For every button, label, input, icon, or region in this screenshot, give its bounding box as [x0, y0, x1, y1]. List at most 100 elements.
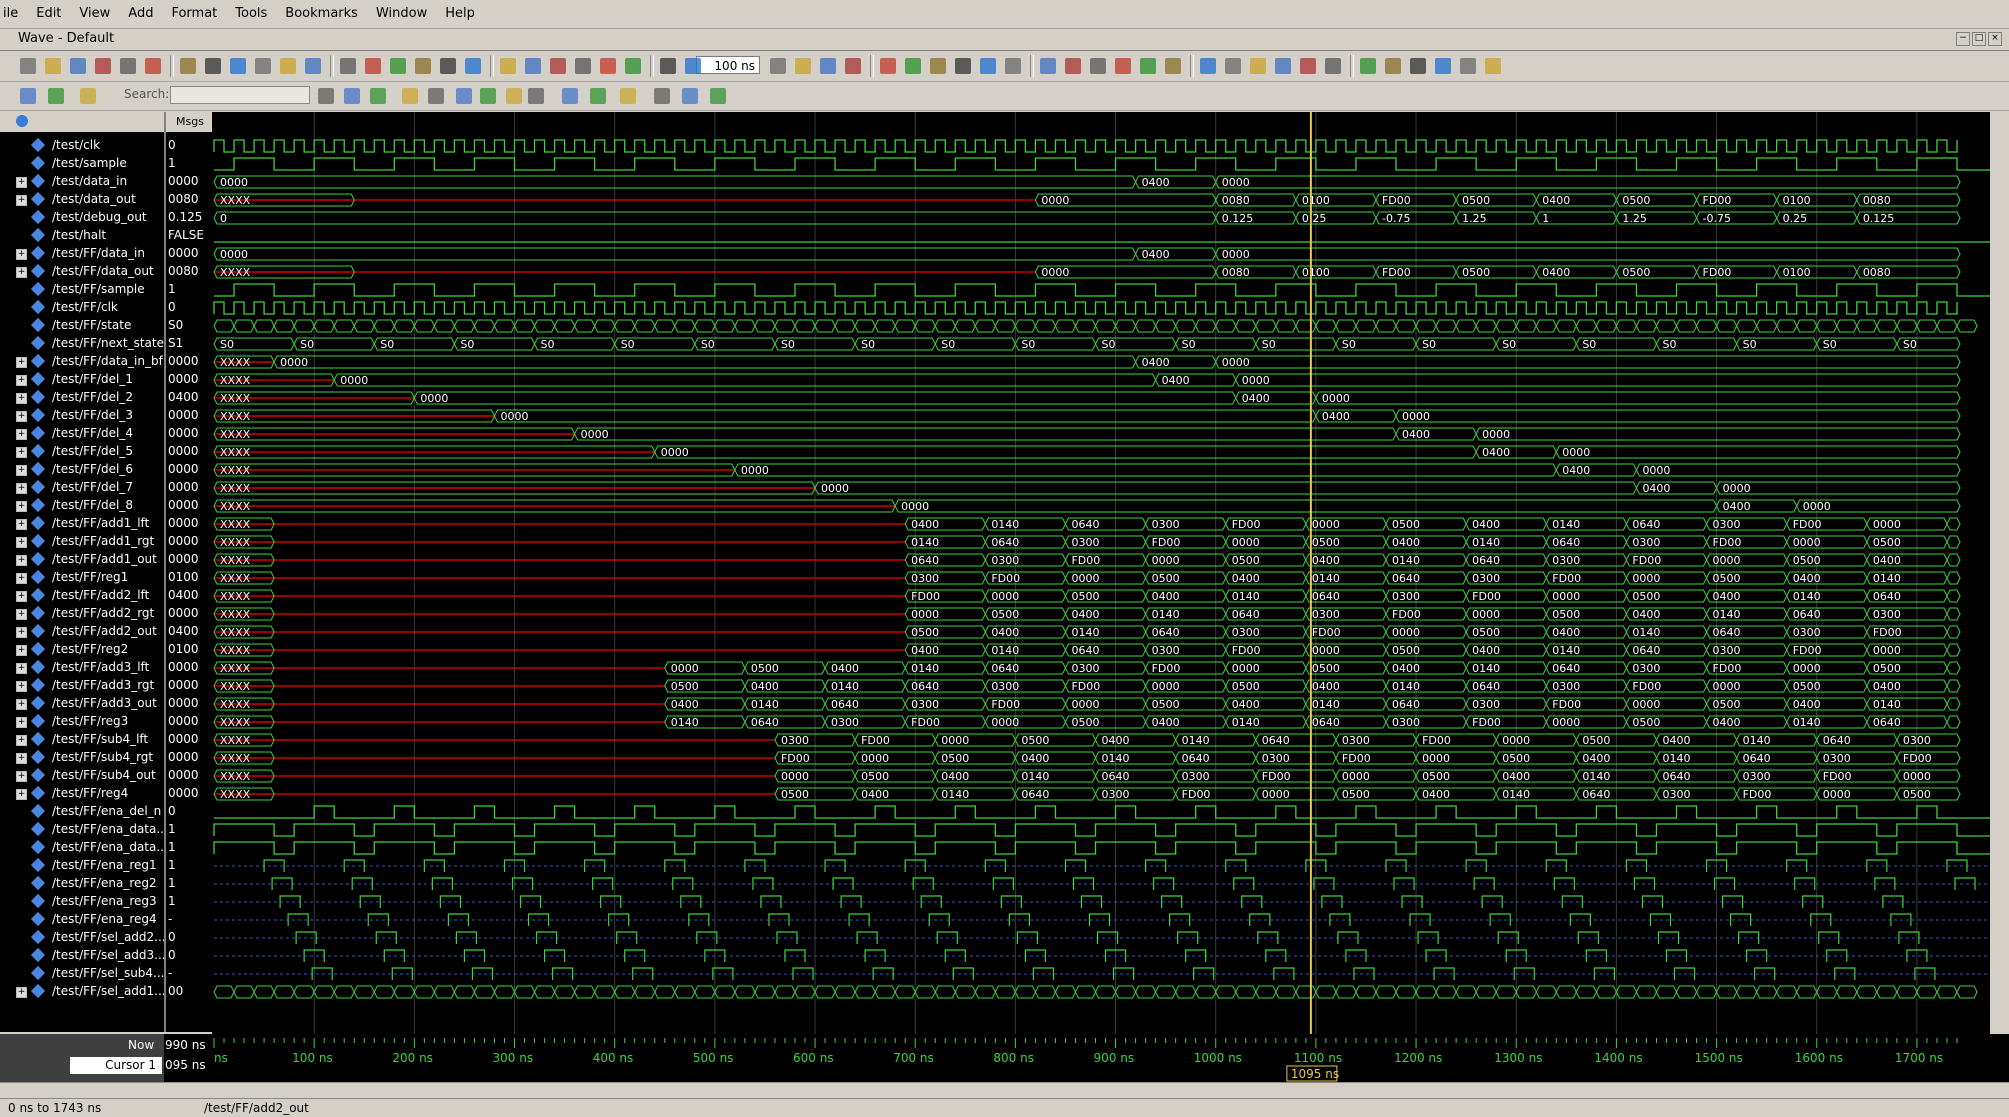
signal-row[interactable]: + /test/FF/add1_lft [0, 515, 164, 533]
signal-row[interactable]: /test/FF/ena_del_n [0, 803, 164, 821]
tool-36-icon[interactable] [905, 58, 921, 74]
signal-row[interactable]: /test/debug_out [0, 209, 164, 227]
tool-47-icon[interactable] [1165, 58, 1181, 74]
menu-ile[interactable]: ile [0, 1, 27, 27]
signal-row[interactable]: + /test/FF/del_1 [0, 371, 164, 389]
signal-row[interactable]: + /test/FF/add2_rgt [0, 605, 164, 623]
signal-row[interactable]: /test/FF/clk [0, 299, 164, 317]
expand-icon[interactable]: + [16, 447, 27, 458]
wave-tool-1-icon[interactable] [48, 88, 64, 104]
redo-icon[interactable] [205, 58, 221, 74]
expand-icon[interactable]: + [16, 699, 27, 710]
signal-row[interactable]: + /test/data_out [0, 191, 164, 209]
wave-tool-2-icon[interactable] [80, 88, 96, 104]
expand-icon[interactable]: + [16, 483, 27, 494]
tool-15-icon[interactable] [365, 58, 381, 74]
expand-icon[interactable]: + [16, 681, 27, 692]
wave-tool-16-icon[interactable] [682, 88, 698, 104]
wave-tool-0-icon[interactable] [20, 88, 36, 104]
expand-icon[interactable]: + [16, 429, 27, 440]
undo-icon[interactable] [180, 58, 196, 74]
expand-icon[interactable]: + [16, 537, 27, 548]
tool-33-icon[interactable] [845, 58, 861, 74]
signal-row[interactable]: + /test/FF/del_6 [0, 461, 164, 479]
signal-row[interactable]: + /test/FF/data_in_bf [0, 353, 164, 371]
signal-row[interactable]: /test/sample [0, 155, 164, 173]
expand-icon[interactable]: + [16, 987, 27, 998]
tool-60-icon[interactable] [1460, 58, 1476, 74]
expand-icon[interactable]: + [16, 411, 27, 422]
tool-25-icon[interactable] [600, 58, 616, 74]
expand-icon[interactable]: + [16, 357, 27, 368]
signal-row[interactable]: /test/clk [0, 137, 164, 155]
signal-row[interactable]: + /test/FF/reg1 [0, 569, 164, 587]
signal-row[interactable]: + /test/FF/del_8 [0, 497, 164, 515]
expand-icon[interactable]: + [16, 609, 27, 620]
signal-row[interactable]: + /test/FF/del_4 [0, 425, 164, 443]
wave-tool-8-icon[interactable] [456, 88, 472, 104]
wave-tool-14-icon[interactable] [620, 88, 636, 104]
tool-26-icon[interactable] [625, 58, 641, 74]
expand-icon[interactable]: + [16, 717, 27, 728]
tool-10-icon[interactable] [255, 58, 271, 74]
tool-50-icon[interactable] [1225, 58, 1241, 74]
tool-14-icon[interactable] [340, 58, 356, 74]
new-icon[interactable] [20, 58, 36, 74]
signal-row[interactable]: /test/FF/sel_sub4... [0, 965, 164, 983]
tool-30-icon[interactable] [770, 58, 786, 74]
globe-icon[interactable] [16, 115, 28, 127]
horizontal-scrollbar[interactable] [0, 1082, 2009, 1099]
signal-row[interactable]: + /test/FF/sub4_rgt [0, 749, 164, 767]
tool-43-icon[interactable] [1065, 58, 1081, 74]
tool-42-icon[interactable] [1040, 58, 1056, 74]
signal-row[interactable]: + /test/FF/add2_out [0, 623, 164, 641]
tool-57-icon[interactable] [1385, 58, 1401, 74]
cut-icon[interactable] [120, 58, 136, 74]
tool-39-icon[interactable] [980, 58, 996, 74]
tool-51-icon[interactable] [1250, 58, 1266, 74]
minimize-icon[interactable]: − [1956, 32, 1970, 46]
expand-icon[interactable]: + [16, 573, 27, 584]
zoom-step-field[interactable]: 100 ns [696, 56, 760, 74]
maximize-icon[interactable]: □ [1972, 32, 1986, 46]
find-icon[interactable] [230, 58, 246, 74]
tool-54-icon[interactable] [1325, 58, 1341, 74]
tool-28-icon[interactable] [660, 58, 676, 74]
signal-row[interactable]: /test/FF/ena_data... [0, 821, 164, 839]
menu-view[interactable]: View [70, 1, 119, 27]
signal-row[interactable]: /test/FF/next_state [0, 335, 164, 353]
expand-icon[interactable]: + [16, 393, 27, 404]
expand-icon[interactable]: + [16, 645, 27, 656]
menu-help[interactable]: Help [436, 1, 484, 27]
tool-16-icon[interactable] [390, 58, 406, 74]
print-icon[interactable] [95, 58, 111, 74]
tool-58-icon[interactable] [1410, 58, 1426, 74]
signal-row[interactable]: + /test/FF/reg4 [0, 785, 164, 803]
wave-tool-13-icon[interactable] [590, 88, 606, 104]
expand-icon[interactable]: + [16, 195, 27, 206]
signal-row[interactable]: + /test/FF/add2_lft [0, 587, 164, 605]
signal-row[interactable]: + /test/FF/reg2 [0, 641, 164, 659]
wave-tool-7-icon[interactable] [428, 88, 444, 104]
wave-tool-15-icon[interactable] [654, 88, 670, 104]
expand-icon[interactable]: + [16, 249, 27, 260]
signal-row[interactable]: + /test/FF/add1_rgt [0, 533, 164, 551]
tool-19-icon[interactable] [465, 58, 481, 74]
expand-icon[interactable]: + [16, 663, 27, 674]
signal-row[interactable]: /test/FF/sample [0, 281, 164, 299]
signal-row[interactable]: /test/halt [0, 227, 164, 245]
wave-tool-12-icon[interactable] [562, 88, 578, 104]
expand-icon[interactable]: + [16, 519, 27, 530]
tool-37-icon[interactable] [930, 58, 946, 74]
tool-53-icon[interactable] [1300, 58, 1316, 74]
tool-40-icon[interactable] [1005, 58, 1021, 74]
expand-icon[interactable]: + [16, 627, 27, 638]
expand-icon[interactable]: + [16, 375, 27, 386]
menu-format[interactable]: Format [162, 1, 226, 27]
signal-row[interactable]: + /test/FF/add3_out [0, 695, 164, 713]
signal-row[interactable]: + /test/FF/del_7 [0, 479, 164, 497]
tool-21-icon[interactable] [500, 58, 516, 74]
expand-icon[interactable]: + [16, 771, 27, 782]
copy-icon[interactable] [145, 58, 161, 74]
signal-row[interactable]: + /test/data_in [0, 173, 164, 191]
